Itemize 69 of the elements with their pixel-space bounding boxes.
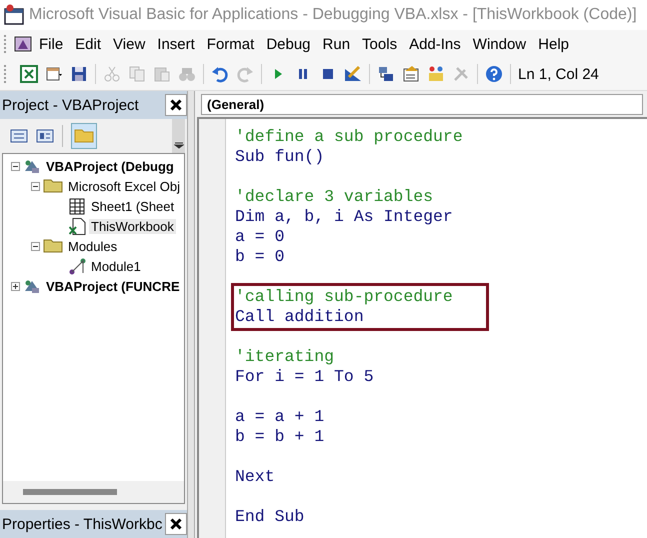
code-line: Next: [235, 467, 275, 486]
tree-item[interactable]: Modules: [66, 238, 120, 254]
tree-item[interactable]: Module1: [89, 258, 143, 274]
menu-item[interactable]: Run: [316, 36, 356, 52]
properties-icon[interactable]: [402, 65, 420, 83]
scroll-down-icon[interactable]: [174, 141, 184, 149]
code-line: 'iterating: [235, 347, 334, 366]
app-icon: [3, 4, 25, 26]
objects-icon[interactable]: [427, 65, 445, 83]
save-icon[interactable]: [70, 65, 88, 83]
code-line: 'define a sub procedure: [235, 127, 463, 146]
tree-item[interactable]: ThisWorkbook: [89, 218, 176, 234]
folder-icon: [74, 129, 94, 143]
scrollbar[interactable]: [3, 481, 184, 503]
menu-item[interactable]: Debug: [260, 36, 317, 52]
folder-icon: [43, 239, 63, 253]
scrollbar[interactable]: [172, 119, 185, 153]
code-line: Dim a, b, i As Integer: [235, 207, 453, 226]
design-icon[interactable]: [344, 65, 362, 83]
close-button[interactable]: [165, 94, 187, 116]
help-icon[interactable]: [485, 65, 503, 83]
menu-item[interactable]: Help: [532, 36, 575, 52]
code-line: End Sub: [235, 507, 304, 526]
tree-item[interactable]: Microsoft Excel Obj: [66, 178, 182, 194]
close-icon: [170, 99, 182, 111]
expander-icon[interactable]: [11, 282, 20, 290]
menu-item[interactable]: View: [107, 36, 152, 52]
code-line: For i = 1 To 5: [235, 367, 374, 386]
expander-icon[interactable]: [31, 242, 40, 250]
tree-item[interactable]: VBAProject (Debugg: [44, 158, 176, 174]
code-line: a = a + 1: [235, 407, 324, 426]
insert-form-icon[interactable]: [45, 65, 63, 83]
folder-icon: [43, 179, 63, 193]
excel-icon[interactable]: [20, 65, 38, 83]
code-line: b = b + 1: [235, 427, 324, 446]
code-line: b = 0: [235, 247, 285, 266]
expander-icon[interactable]: [11, 162, 20, 170]
panel-title: Project - VBAProject: [2, 96, 139, 114]
sheet-icon: [69, 198, 86, 214]
tree-item[interactable]: Sheet1 (Sheet: [89, 198, 176, 214]
workbook-icon: [69, 218, 86, 234]
window-title: Microsoft Visual Basic for Applications - Debugging VBA.xlsx - [ThisWorkbook (Code)]: [29, 6, 637, 24]
menu-item[interactable]: File: [33, 36, 70, 52]
view-object-icon[interactable]: [36, 129, 54, 143]
expander-icon[interactable]: [31, 182, 40, 190]
menu-item[interactable]: Edit: [69, 36, 108, 52]
menu-item[interactable]: Insert: [151, 36, 201, 52]
explorer-icon[interactable]: [377, 65, 395, 83]
toggle-folders-button[interactable]: [71, 123, 97, 149]
code-line: Sub fun(): [235, 147, 324, 166]
scrollbar-thumb[interactable]: [23, 489, 117, 495]
panel-title: Properties - ThisWorkbc: [2, 516, 162, 532]
code-line: 'declare 3 variables: [235, 187, 434, 206]
undo-icon[interactable]: [211, 65, 229, 83]
code-line: 'calling sub-procedure: [235, 287, 453, 306]
excel-vba-icon[interactable]: [13, 34, 33, 54]
tree-item[interactable]: VBAProject (FUNCRE: [44, 278, 182, 294]
code-line: a = 0: [235, 227, 285, 246]
code-line: Call addition: [235, 307, 364, 326]
module-icon: [69, 258, 86, 274]
close-icon: [170, 518, 182, 530]
close-button[interactable]: [165, 513, 187, 535]
menu-item[interactable]: Tools: [356, 36, 404, 52]
menu-item[interactable]: Add-Ins: [403, 36, 467, 52]
cursor-position: Ln 1, Col 24: [518, 66, 599, 82]
object-dropdown[interactable]: (General): [201, 94, 643, 114]
view-code-icon[interactable]: [10, 129, 28, 143]
menu-item[interactable]: Window: [466, 36, 532, 52]
menu-item[interactable]: Format: [200, 36, 260, 52]
